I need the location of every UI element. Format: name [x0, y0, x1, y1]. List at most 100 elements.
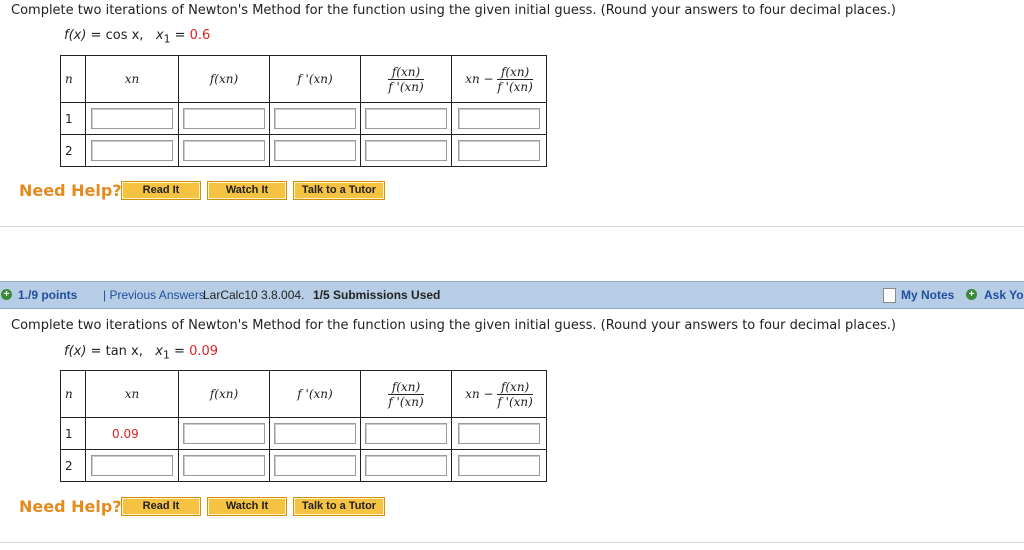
fxn-input[interactable]	[183, 108, 265, 129]
update-cell	[451, 449, 547, 482]
update-input[interactable]	[458, 455, 540, 476]
row-number: 1	[60, 417, 86, 450]
newton-table: n xn f(xn) f '(xn) f(xn) f '(xn) xn − f(x…	[60, 370, 547, 482]
fxn-cell	[178, 449, 270, 482]
ratio-input[interactable]	[365, 455, 447, 476]
fpxn-cell	[269, 102, 361, 135]
equals-sign: =	[174, 344, 185, 359]
ratio-cell	[360, 134, 452, 167]
question-instruction: Complete two iterations of Newton's Meth…	[11, 3, 896, 18]
ratio-numerator: f(xn)	[388, 65, 424, 80]
header-fpxn: f '(xn)	[269, 370, 361, 418]
f-label: f(x)	[64, 28, 87, 43]
table-row: 2	[60, 449, 547, 482]
fxn-cell	[178, 134, 270, 167]
x1-label: x	[155, 28, 164, 43]
fxn-cell	[178, 417, 270, 450]
divider	[0, 226, 1024, 227]
xn-cell	[85, 102, 179, 135]
row-number: 2	[60, 134, 86, 167]
header-fxn: f(xn)	[178, 370, 270, 418]
ratio-numerator: f(xn)	[388, 380, 424, 395]
read-it-button[interactable]: Read It	[121, 497, 201, 516]
ratio-cell	[360, 449, 452, 482]
need-help-label: Need Help?	[19, 497, 122, 516]
given-x1-value: 0.09	[85, 417, 179, 450]
my-notes-link[interactable]: My Notes	[901, 288, 954, 302]
f-label: f(x)	[64, 344, 87, 359]
ratio-input[interactable]	[365, 423, 447, 444]
row-number: 2	[60, 449, 86, 482]
function-line: f(x) = tan x, x1 = 0.09	[64, 344, 218, 362]
update-cell	[451, 417, 547, 450]
update-input[interactable]	[458, 108, 540, 129]
table-header-row: n xn f(xn) f '(xn) f(xn) f '(xn) xn − f(x…	[60, 55, 547, 103]
need-help-label: Need Help?	[19, 181, 122, 200]
header-update: xn − f(xn) f '(xn)	[451, 370, 547, 418]
update-denominator: f '(xn)	[497, 394, 533, 409]
header-n: n	[60, 55, 86, 103]
update-denominator: f '(xn)	[497, 79, 533, 94]
update-prefix: xn −	[465, 71, 494, 86]
fpxn-input[interactable]	[274, 108, 356, 129]
header-ratio: f(xn) f '(xn)	[360, 370, 452, 418]
question-header-bar: + 1./9 points | Previous Answers LarCalc…	[0, 281, 1024, 309]
divider	[0, 542, 1024, 543]
points-link[interactable]: 1./9 points	[18, 288, 77, 302]
update-input[interactable]	[458, 423, 540, 444]
initial-guess-value: 0.09	[189, 344, 219, 359]
header-xn: xn	[85, 55, 179, 103]
update-input[interactable]	[458, 140, 540, 161]
ratio-denominator: f '(xn)	[388, 79, 424, 94]
fpxn-input[interactable]	[274, 455, 356, 476]
xn-cell	[85, 134, 179, 167]
xn-cell	[85, 449, 179, 482]
submissions-used: 1/5 Submissions Used	[313, 288, 441, 302]
talk-to-tutor-button[interactable]: Talk to a Tutor	[293, 181, 385, 200]
x1-subscript: 1	[163, 32, 171, 46]
xn-input[interactable]	[91, 140, 173, 161]
fxn-input[interactable]	[183, 140, 265, 161]
fpxn-cell	[269, 134, 361, 167]
fxn-cell	[178, 102, 270, 135]
x1-label: x	[155, 344, 163, 359]
ratio-input[interactable]	[365, 108, 447, 129]
table-header-row: n xn f(xn) f '(xn) f(xn) f '(xn) xn − f(x…	[60, 370, 547, 418]
update-cell	[451, 134, 547, 167]
header-xn: xn	[85, 370, 179, 418]
ratio-input[interactable]	[365, 140, 447, 161]
function-expression: cos x,	[105, 28, 144, 43]
equals-sign: =	[90, 28, 102, 43]
ask-plus-icon[interactable]: +	[966, 289, 977, 300]
header-update: xn − f(xn) f '(xn)	[451, 55, 547, 103]
update-numerator: f(xn)	[497, 380, 533, 395]
function-expression: tan x,	[105, 344, 143, 359]
equals-sign: =	[174, 28, 186, 43]
watch-it-button[interactable]: Watch It	[207, 181, 287, 200]
x1-subscript: 1	[162, 348, 170, 362]
update-numerator: f(xn)	[497, 65, 533, 80]
notes-icon[interactable]	[883, 288, 896, 303]
xn-input[interactable]	[91, 455, 173, 476]
ask-your-teacher-link[interactable]: Ask Yo	[984, 288, 1024, 302]
question-instruction: Complete two iterations of Newton's Meth…	[11, 318, 896, 333]
equals-sign: =	[90, 344, 102, 359]
previous-answers-link[interactable]: | Previous Answers	[103, 288, 205, 302]
fxn-input[interactable]	[183, 423, 265, 444]
fpxn-input[interactable]	[274, 423, 356, 444]
header-fxn: f(xn)	[178, 55, 270, 103]
header-ratio: f(xn) f '(xn)	[360, 55, 452, 103]
fpxn-input[interactable]	[274, 140, 356, 161]
xn-input[interactable]	[91, 108, 173, 129]
fxn-input[interactable]	[183, 455, 265, 476]
table-row: 2	[60, 134, 547, 167]
header-fpxn: f '(xn)	[269, 55, 361, 103]
watch-it-button[interactable]: Watch It	[207, 497, 287, 516]
update-cell	[451, 102, 547, 135]
expand-plus-icon[interactable]: +	[1, 289, 12, 300]
read-it-button[interactable]: Read It	[121, 181, 201, 200]
table-row: 1 0.09	[60, 417, 547, 450]
talk-to-tutor-button[interactable]: Talk to a Tutor	[293, 497, 385, 516]
question-source: LarCalc10 3.8.004.	[203, 288, 305, 302]
ratio-cell	[360, 102, 452, 135]
